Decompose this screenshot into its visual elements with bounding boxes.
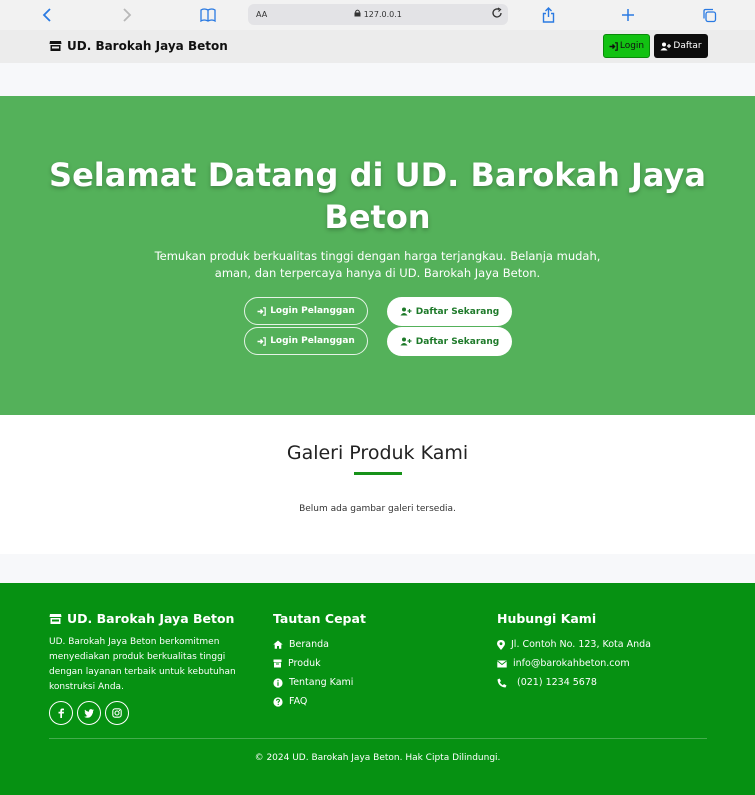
login-customer-label: Login Pelanggan [270, 306, 355, 316]
footer-link-label: Produk [288, 658, 321, 669]
home-icon [273, 640, 283, 649]
footer-brand: UD. Barokah Jaya Beton [49, 611, 259, 626]
gallery-title: Galeri Produk Kami [286, 442, 469, 464]
sign-in-icon [609, 41, 618, 51]
social-links [49, 701, 129, 725]
reload-icon[interactable] [491, 7, 503, 22]
footer-link-faq[interactable]: FAQ [273, 692, 366, 711]
footer-about: UD. Barokah Jaya Beton UD. Barokah Jaya … [49, 611, 259, 695]
phone-icon [497, 678, 507, 687]
hero-section: Selamat Datang di UD. Barokah Jaya Beton… [0, 96, 755, 415]
user-plus-icon [400, 307, 412, 316]
navbar: UD. Barokah Jaya Beton Login Daftar [0, 30, 755, 63]
register-now-button[interactable]: Daftar Sekarang [387, 297, 512, 326]
gallery-empty-message: Belum ada gambar galeri tersedia. [299, 504, 456, 514]
store-icon [49, 41, 62, 51]
footer-link-label: Tentang Kami [289, 677, 354, 688]
contact-address: Jl. Contoh No. 123, Kota Anda [497, 635, 651, 654]
contact-phone[interactable]: (021) 1234 5678 [497, 673, 651, 692]
contact-email-text: info@barokahbeton.com [513, 658, 630, 669]
url-text: 127.0.0.1 [248, 9, 508, 19]
register-now-button[interactable]: Daftar Sekarang [387, 327, 512, 356]
tabs-overview-icon[interactable] [698, 4, 720, 26]
login-button[interactable]: Login [603, 34, 650, 58]
footer-brand-name: UD. Barokah Jaya Beton [67, 611, 235, 626]
footer-link-home[interactable]: Beranda [273, 635, 366, 654]
back-icon[interactable] [36, 4, 58, 26]
footer-link-label: Beranda [289, 639, 329, 650]
register-button[interactable]: Daftar [654, 34, 708, 58]
new-tab-icon[interactable] [617, 4, 639, 26]
url-label: 127.0.0.1 [363, 10, 402, 19]
contact-title: Hubungi Kami [497, 611, 597, 626]
footer-contact: Hubungi Kami Jl. Contoh No. 123, Kota An… [497, 611, 651, 692]
footer-divider [49, 738, 707, 739]
gallery-section: Galeri Produk Kami Belum ada gambar gale… [0, 415, 755, 554]
register-now-label: Daftar Sekarang [415, 336, 500, 347]
user-plus-icon [400, 337, 412, 346]
address-bar[interactable]: AA 127.0.0.1 [248, 4, 508, 25]
hero-subtitle: Temukan produk berkualitas tinggi dengan… [154, 249, 601, 280]
login-customer-button[interactable]: Login Pelanggan [244, 297, 368, 325]
footer-link-products[interactable]: Produk [273, 654, 366, 673]
footer-quick-links: Tautan Cepat Beranda Produk Tentang Kami… [273, 611, 366, 711]
bookmarks-icon[interactable] [197, 4, 219, 26]
envelope-icon [497, 660, 507, 667]
sign-in-icon [257, 336, 266, 346]
contact-address-text: Jl. Contoh No. 123, Kota Anda [511, 639, 651, 650]
user-plus-icon [660, 42, 672, 50]
login-customer-label: Login Pelanggan [270, 336, 355, 346]
sign-in-icon [257, 306, 266, 316]
hero-title: Selamat Datang di UD. Barokah Jaya Beton [49, 156, 706, 236]
question-circle-icon [273, 696, 283, 707]
map-marker-icon [497, 639, 505, 650]
twitter-icon[interactable] [77, 701, 101, 725]
footer-link-label: FAQ [289, 696, 308, 707]
box-icon [273, 659, 282, 668]
share-icon[interactable] [537, 4, 559, 26]
info-circle-icon [273, 677, 283, 688]
copyright-text: © 2024 UD. Barokah Jaya Beton. Hak Cipta… [254, 753, 501, 763]
register-label: Daftar [673, 41, 702, 51]
login-label: Login [619, 41, 645, 51]
quick-links-title: Tautan Cepat [273, 611, 366, 626]
login-customer-button[interactable]: Login Pelanggan [244, 327, 368, 355]
footer-link-about[interactable]: Tentang Kami [273, 673, 366, 692]
contact-phone-text: (021) 1234 5678 [517, 677, 597, 688]
instagram-icon[interactable] [105, 701, 129, 725]
facebook-icon[interactable] [49, 701, 73, 725]
brand-name: UD. Barokah Jaya Beton [67, 39, 228, 53]
register-now-label: Daftar Sekarang [415, 306, 500, 317]
title-underline [354, 472, 402, 475]
browser-toolbar: AA 127.0.0.1 [0, 0, 755, 30]
brand-link[interactable]: UD. Barokah Jaya Beton [49, 39, 228, 53]
lock-icon [354, 9, 361, 17]
footer-about-text: UD. Barokah Jaya Beton berkomitmen menye… [49, 637, 236, 692]
contact-email[interactable]: info@barokahbeton.com [497, 654, 651, 673]
footer: UD. Barokah Jaya Beton UD. Barokah Jaya … [0, 583, 755, 795]
store-icon [49, 613, 62, 624]
forward-icon[interactable] [116, 4, 138, 26]
